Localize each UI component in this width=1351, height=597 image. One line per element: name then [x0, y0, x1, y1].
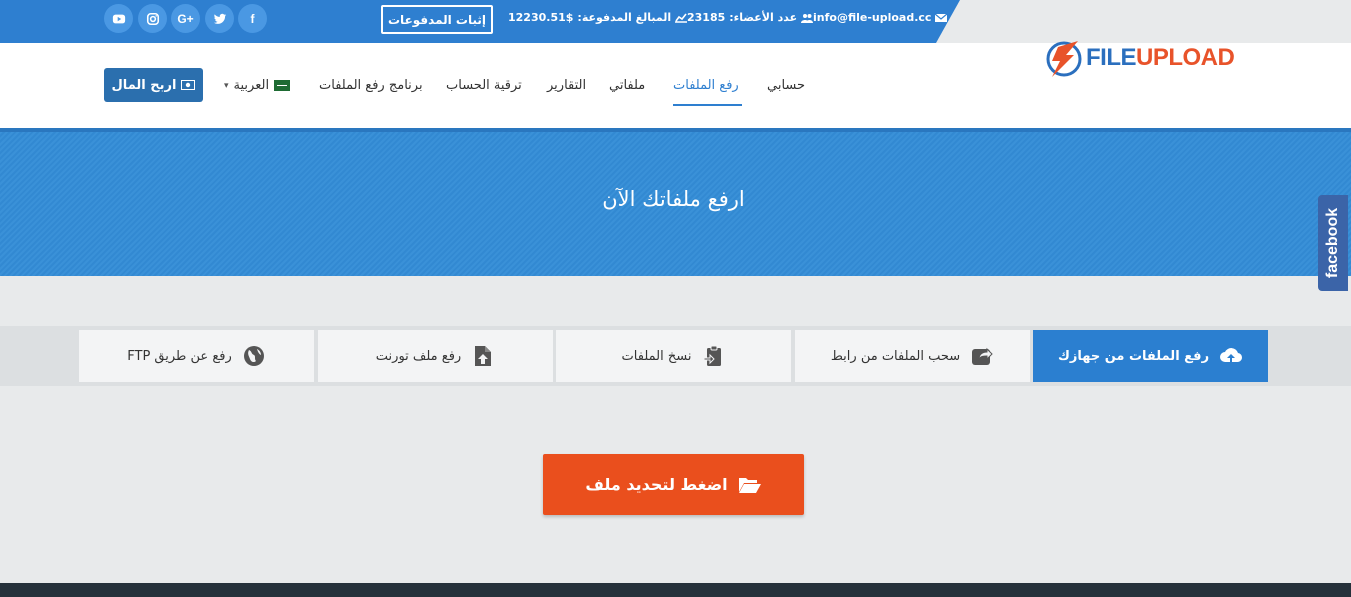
select-file-button[interactable]: اضغط لتحديد ملف — [543, 454, 804, 515]
clipboard-icon — [701, 344, 725, 368]
facebook-side-label: facebook — [1324, 207, 1341, 279]
paid-amount-info: المبالغ المدفوعة: 12230.51$ — [508, 11, 688, 24]
tab-copy-files[interactable]: نسخ الملفات — [556, 330, 791, 382]
nav-active-underline — [673, 104, 742, 106]
users-icon — [801, 13, 814, 23]
tab-torrent-upload[interactable]: رفع ملف تورنت — [318, 330, 553, 382]
nav-reports[interactable]: التقارير — [547, 78, 586, 93]
nav-my-files[interactable]: ملفاتي — [609, 78, 645, 93]
language-dropdown[interactable]: ▾ العربية — [224, 78, 291, 93]
tab-upload-from-device-label: رفع الملفات من جهازك — [1057, 348, 1210, 364]
tab-ftp-upload[interactable]: رفع عن طريق FTP — [79, 330, 314, 382]
tab-fetch-from-link-label: سحب الملفات من رابط — [830, 348, 961, 364]
share-square-icon — [970, 344, 994, 368]
footer — [0, 583, 1351, 597]
logo-text-file: FILE — [1086, 44, 1137, 71]
logo-text: FILEUPLOAD — [1086, 44, 1235, 72]
facebook-glyph: f — [250, 11, 255, 26]
members-count: 23185 — [687, 11, 726, 24]
language-label: العربية — [233, 78, 270, 93]
earn-money-button[interactable]: اربح المال — [104, 68, 203, 102]
tab-copy-files-label: نسخ الملفات — [621, 348, 692, 364]
tab-ftp-upload-label: رفع عن طريق FTP — [127, 348, 232, 364]
paid-amount: 12230.51$ — [508, 11, 574, 24]
nav-account[interactable]: حسابي — [767, 78, 805, 93]
paid-label: المبالغ المدفوعة: — [577, 11, 672, 24]
instagram-icon[interactable] — [138, 4, 167, 33]
saudi-flag-icon — [274, 80, 291, 91]
youtube-icon[interactable] — [104, 4, 133, 33]
hero-title-text: ارفع ملفاتك الآن — [602, 187, 745, 211]
tab-torrent-upload-label: رفع ملف تورنت — [375, 348, 462, 364]
logo-icon — [1046, 41, 1082, 77]
money-icon — [181, 80, 196, 90]
twitter-icon[interactable] — [205, 4, 234, 33]
globe-icon — [242, 344, 266, 368]
tab-fetch-from-link[interactable]: سحب الملفات من رابط — [795, 330, 1030, 382]
facebook-side-tab[interactable]: facebook — [1318, 195, 1348, 291]
google-plus-icon[interactable]: G+ — [171, 4, 200, 33]
envelope-icon — [935, 13, 948, 22]
nav-upload[interactable]: رفع الملفات — [673, 78, 739, 93]
members-label: عدد الأعضاء: — [729, 11, 798, 24]
tab-upload-from-device[interactable]: رفع الملفات من جهازك — [1033, 330, 1268, 382]
email-text[interactable]: info@file-upload.cc — [813, 11, 931, 24]
folder-open-icon — [738, 477, 761, 493]
select-file-label: اضغط لتحديد ملف — [585, 475, 728, 494]
facebook-icon[interactable]: f — [238, 4, 267, 33]
logo-text-upload: UPLOAD — [1136, 44, 1235, 71]
earn-money-label: اربح المال — [111, 77, 177, 93]
nav-uploader-app[interactable]: برنامج رفع الملفات — [319, 78, 423, 93]
hero-title: ارفع ملفاتك الآن — [0, 187, 1351, 211]
members-info: عدد الأعضاء: 23185 — [687, 11, 814, 24]
site-logo[interactable]: FILEUPLOAD — [1044, 35, 1235, 81]
chart-icon — [675, 13, 688, 23]
nav-upgrade[interactable]: ترقية الحساب — [446, 78, 522, 93]
email-info[interactable]: info@file-upload.cc — [813, 11, 948, 24]
chevron-down-icon: ▾ — [224, 80, 229, 91]
payment-proof-button[interactable]: إثبات المدفوعات — [381, 5, 493, 34]
cloud-upload-icon — [1219, 344, 1243, 368]
google-plus-glyph: G+ — [177, 11, 194, 26]
file-upload-icon — [471, 344, 495, 368]
